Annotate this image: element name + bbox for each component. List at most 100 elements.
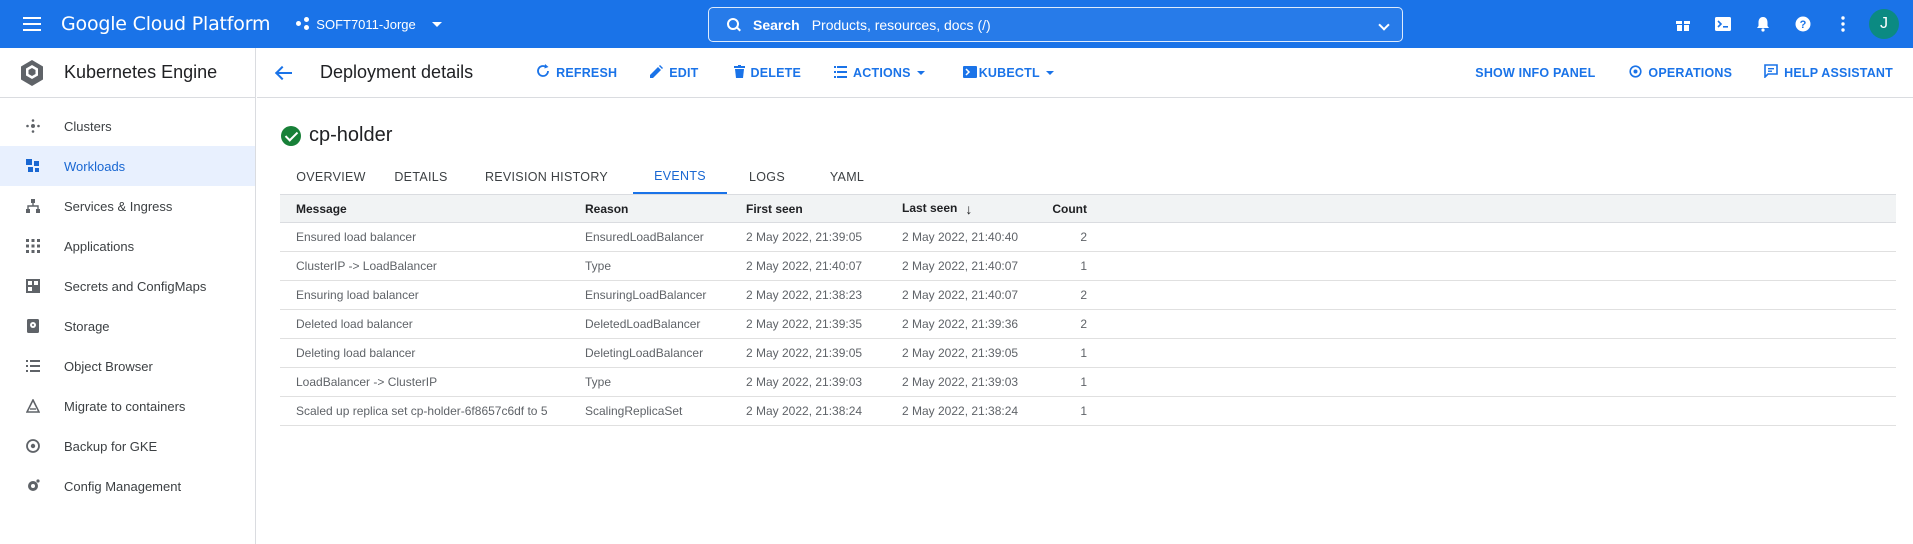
sidebar-header: Kubernetes Engine — [0, 48, 255, 98]
column-header-first-seen[interactable]: First seen — [746, 202, 902, 216]
edit-button[interactable]: EDIT — [650, 64, 698, 81]
delete-button[interactable]: DELETE — [733, 64, 802, 81]
kubernetes-engine-icon — [21, 59, 43, 86]
column-header-reason[interactable]: Reason — [585, 202, 746, 216]
sidebar-item-object-browser[interactable]: Object Browser — [0, 346, 255, 386]
more-vert-icon[interactable] — [1823, 0, 1863, 48]
table-row: Deleting load balancer DeletingLoadBalan… — [280, 339, 1896, 368]
avatar[interactable]: J — [1869, 9, 1899, 39]
cell-message: ClusterIP -> LoadBalancer — [296, 259, 437, 273]
help-assistant-label: HELP ASSISTANT — [1784, 65, 1893, 80]
platform-logo[interactable]: Google Cloud Platform — [61, 13, 270, 35]
cell-first-seen: 2 May 2022, 21:39:35 — [746, 317, 863, 331]
storage-icon — [24, 319, 42, 333]
project-icon — [296, 17, 310, 31]
action-bar: Deployment details REFRESH EDIT DELETE A… — [257, 48, 1913, 98]
sidebar-item-services-ingress[interactable]: Services & Ingress — [0, 186, 255, 226]
table-row: LoadBalancer -> ClusterIP Type 2 May 202… — [280, 368, 1896, 397]
operations-label: OPERATIONS — [1648, 65, 1733, 80]
help-assistant-button[interactable]: HELP ASSISTANT — [1764, 64, 1893, 81]
cell-first-seen: 2 May 2022, 21:39:03 — [746, 375, 863, 389]
cell-last-seen: 2 May 2022, 21:40:07 — [902, 288, 1019, 302]
cell-first-seen: 2 May 2022, 21:38:23 — [746, 288, 863, 302]
refresh-button[interactable]: REFRESH — [536, 64, 617, 81]
search-bar[interactable]: Search Products, resources, docs (/) — [708, 7, 1403, 42]
delete-label: DELETE — [750, 65, 802, 80]
help-assistant-icon — [1764, 64, 1778, 81]
project-name: SOFT7011-Jorge — [316, 16, 416, 32]
column-header-count[interactable]: Count — [1051, 202, 1087, 216]
chevron-down-icon[interactable] — [1378, 19, 1390, 31]
help-icon[interactable]: ? — [1783, 0, 1823, 48]
status-ok-icon — [281, 125, 301, 146]
search-icon — [727, 17, 741, 32]
notifications-icon[interactable] — [1743, 0, 1783, 48]
sidebar-item-label: Backup for GKE — [64, 438, 158, 454]
cell-first-seen: 2 May 2022, 21:38:24 — [746, 404, 863, 418]
tab-logs[interactable]: LOGS — [727, 160, 807, 194]
project-picker[interactable]: SOFT7011-Jorge — [296, 16, 442, 32]
sidebar-title: Kubernetes Engine — [64, 62, 218, 82]
sidebar-item-migrate-to-containers[interactable]: Migrate to containers — [0, 386, 255, 426]
table-row: Ensuring load balancer EnsuringLoadBalan… — [280, 281, 1896, 310]
column-header-last-seen-label: Last seen — [902, 200, 958, 215]
cell-last-seen: 2 May 2022, 21:40:07 — [902, 259, 1019, 273]
sidebar-item-label: Services & Ingress — [64, 198, 173, 214]
sort-arrow-down-icon[interactable]: ↓ — [965, 201, 972, 217]
back-arrow-icon[interactable] — [273, 61, 297, 85]
cell-message: Ensured load balancer — [296, 230, 417, 244]
column-header-last-seen[interactable]: Last seen ↓ — [902, 201, 1051, 217]
chevron-down-icon — [1045, 70, 1054, 75]
sidebar-item-config-management[interactable]: Config Management — [0, 466, 255, 506]
secrets-icon — [24, 279, 42, 293]
cell-message: Deleting load balancer — [296, 346, 416, 360]
top-icon-group: ? J — [1663, 0, 1913, 48]
services-icon — [24, 199, 42, 213]
tab-overview[interactable]: OVERVIEW — [280, 160, 382, 194]
search-label: Search — [753, 16, 800, 33]
cell-first-seen: 2 May 2022, 21:39:05 — [746, 346, 863, 360]
cell-reason: EnsuringLoadBalancer — [585, 288, 707, 302]
show-info-panel-button[interactable]: SHOW INFO PANEL — [1475, 66, 1595, 80]
operations-button[interactable]: OPERATIONS — [1629, 64, 1733, 81]
kubectl-menu-button[interactable]: KUBECTL — [962, 65, 1054, 81]
chevron-down-icon — [916, 70, 925, 75]
table-row: Deleted load balancer DeletedLoadBalance… — [280, 310, 1896, 339]
edit-icon — [650, 64, 664, 81]
config-management-icon — [24, 479, 42, 493]
refresh-icon — [536, 64, 550, 81]
sidebar-item-secrets-configmaps[interactable]: Secrets and ConfigMaps — [0, 266, 255, 306]
list-icon — [834, 65, 848, 81]
column-header-message[interactable]: Message — [280, 202, 585, 216]
cell-reason: Type — [585, 259, 612, 273]
workloads-icon — [24, 159, 42, 173]
tab-yaml[interactable]: YAML — [807, 160, 887, 194]
tab-events[interactable]: EVENTS — [633, 160, 727, 194]
top-app-bar: Google Cloud Platform SOFT7011-Jorge Sea… — [0, 0, 1913, 48]
cell-message: Deleted load balancer — [296, 317, 413, 331]
cell-reason: EnsuredLoadBalancer — [585, 230, 704, 244]
main-menu-icon[interactable] — [20, 12, 44, 36]
sidebar-item-workloads[interactable]: Workloads — [0, 146, 255, 186]
sidebar-item-label: Clusters — [64, 118, 112, 134]
sidebar-item-clusters[interactable]: Clusters — [0, 106, 255, 146]
cell-reason: Type — [585, 375, 612, 389]
show-info-panel-label: SHOW INFO PANEL — [1475, 65, 1596, 80]
cell-message: Scaled up replica set cp-holder-6f8657c6… — [296, 404, 548, 418]
cell-reason: DeletingLoadBalancer — [585, 346, 704, 360]
cloud-shell-icon[interactable] — [1703, 0, 1743, 48]
trash-icon — [733, 64, 745, 81]
cell-count: 1 — [1080, 259, 1087, 273]
tab-revision-history[interactable]: REVISION HISTORY — [460, 160, 633, 194]
actions-menu-button[interactable]: ACTIONS — [834, 65, 925, 81]
gift-icon[interactable] — [1663, 0, 1703, 48]
sidebar-item-backup-for-gke[interactable]: Backup for GKE — [0, 426, 255, 466]
cell-reason: DeletedLoadBalancer — [585, 317, 701, 331]
resource-name: cp-holder — [309, 124, 393, 146]
sidebar-item-storage[interactable]: Storage — [0, 306, 255, 346]
cell-count: 2 — [1080, 288, 1087, 302]
sidebar-item-applications[interactable]: Applications — [0, 226, 255, 266]
clusters-icon — [24, 119, 42, 133]
cell-last-seen: 2 May 2022, 21:39:36 — [902, 317, 1019, 331]
tab-details[interactable]: DETAILS — [382, 160, 460, 194]
